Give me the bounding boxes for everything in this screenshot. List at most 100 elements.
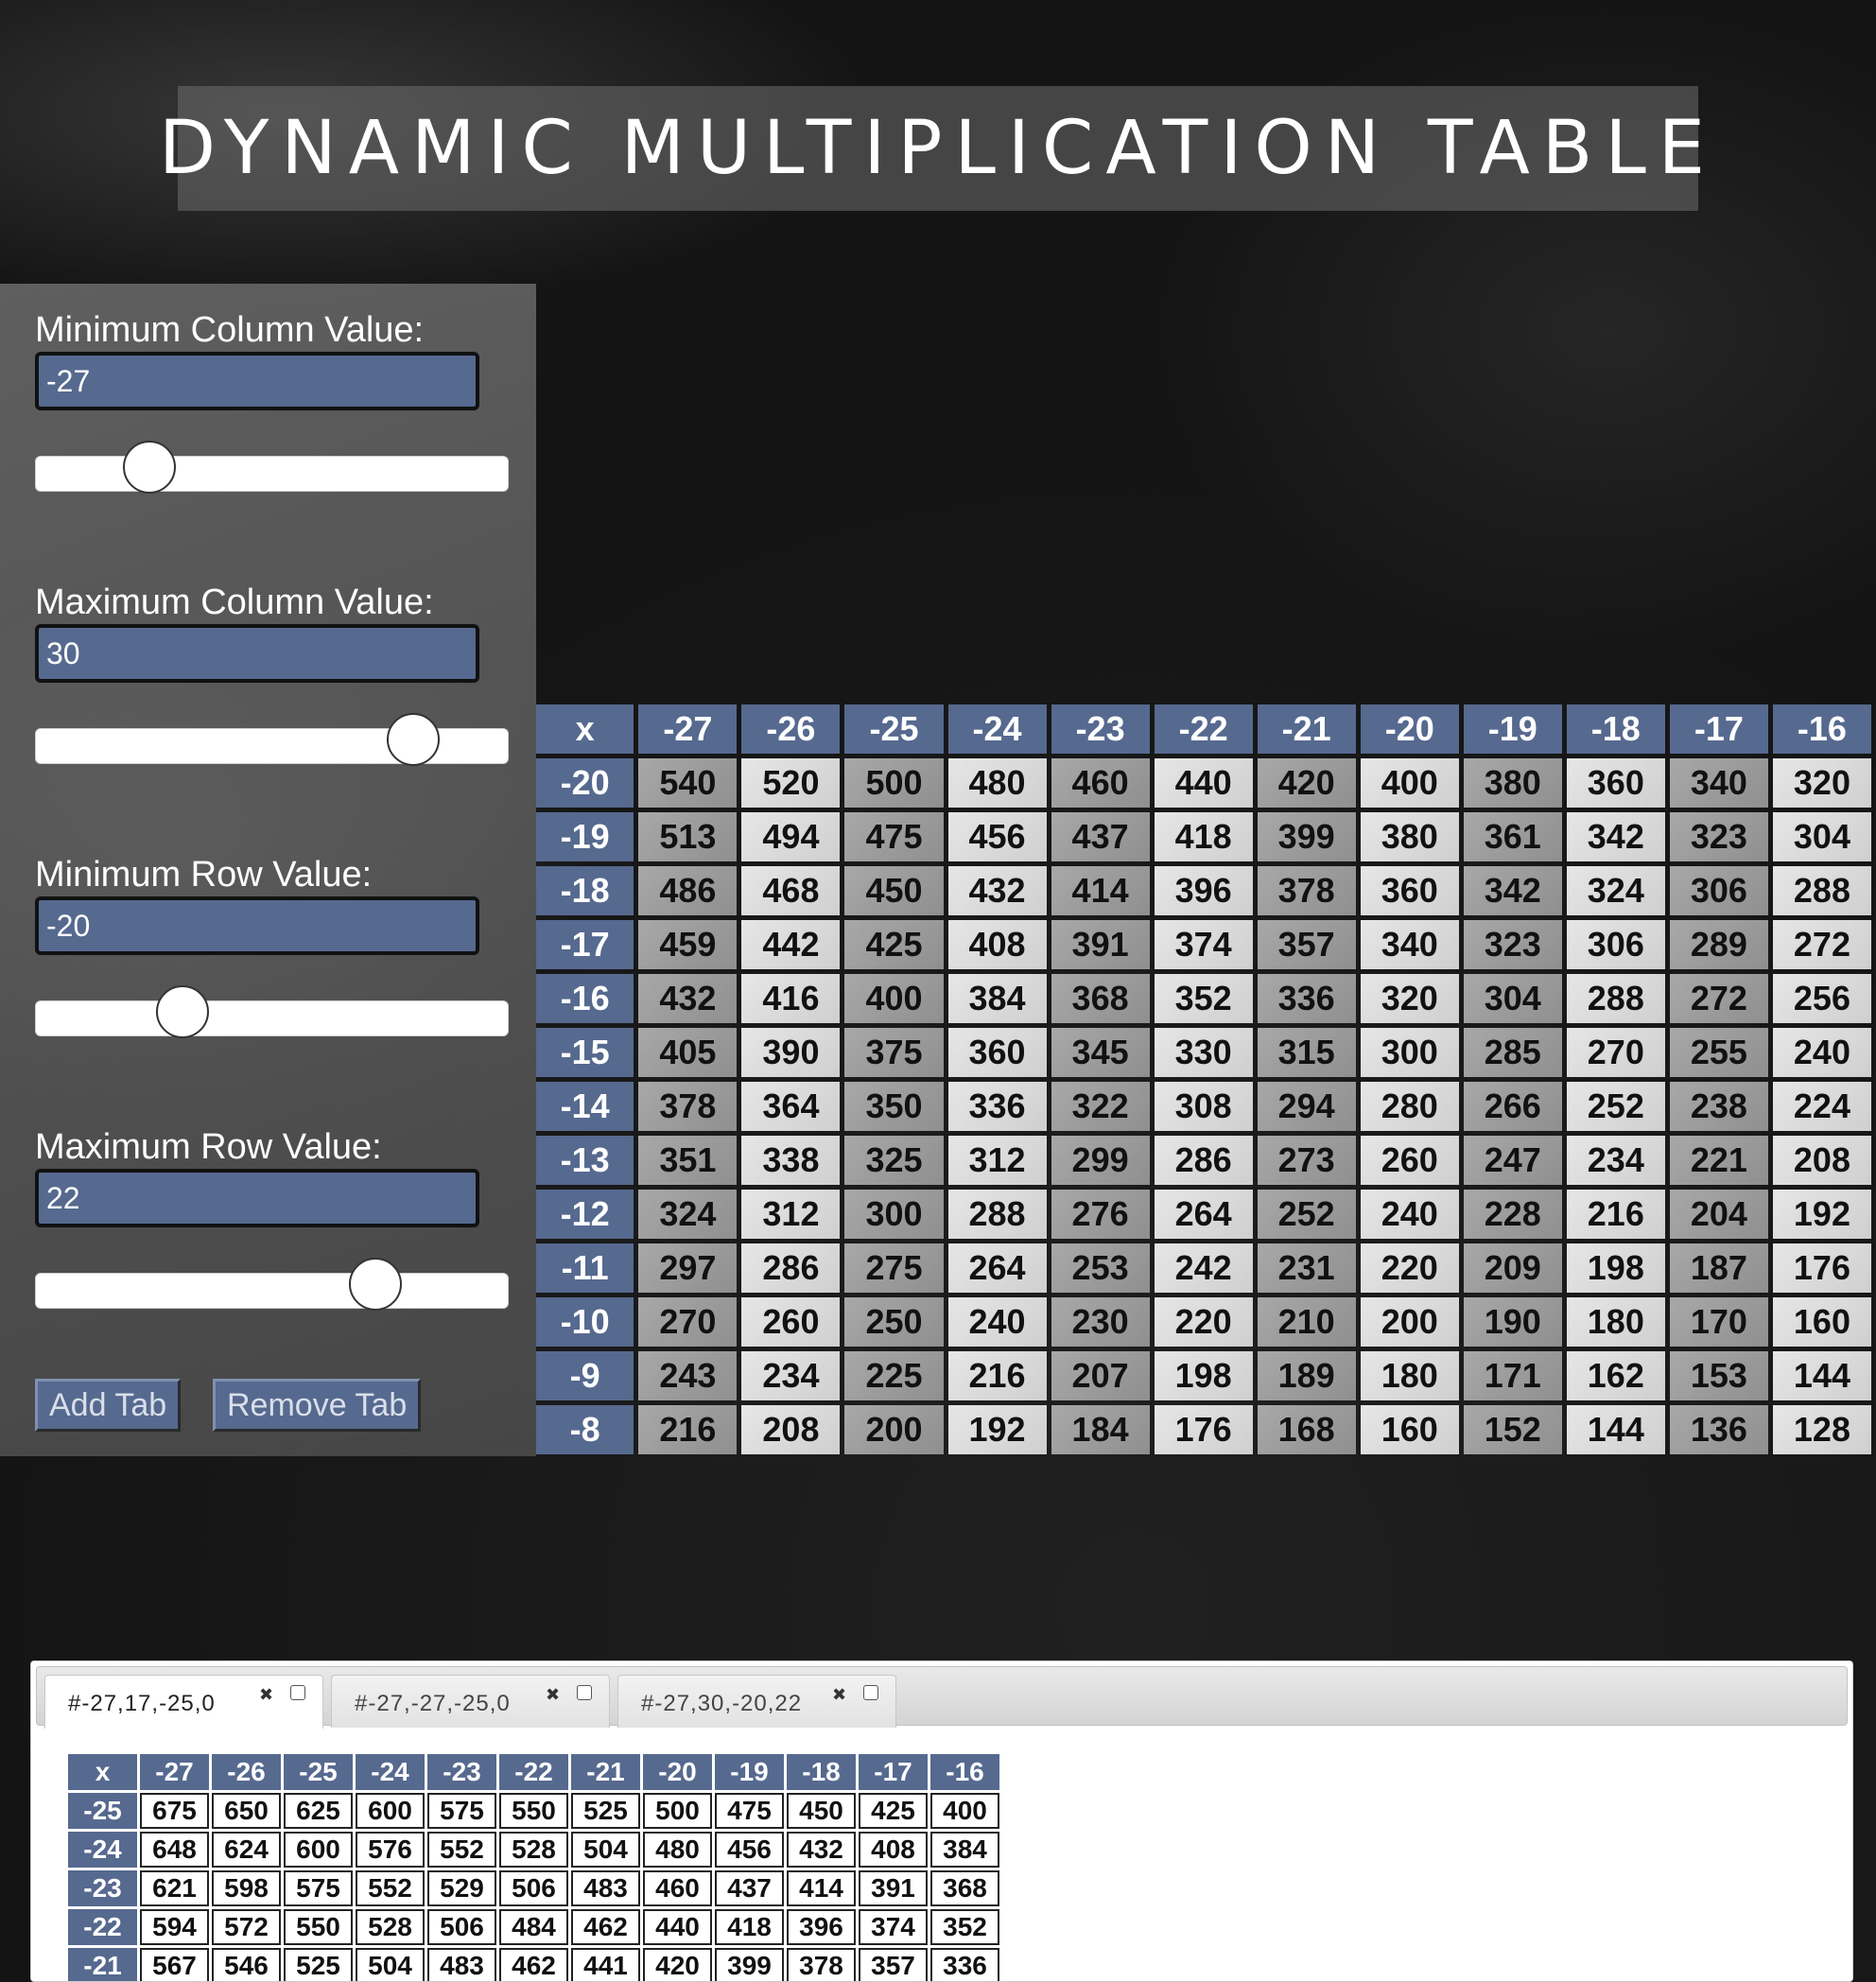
- table-cell: 441: [571, 1948, 640, 1981]
- table-cell: 399: [715, 1948, 784, 1981]
- max-col-slider[interactable]: [35, 713, 509, 766]
- table-cell: 374: [859, 1909, 928, 1945]
- table-cell: 400: [1360, 758, 1459, 808]
- table-cell: 500: [844, 758, 944, 808]
- table-cell: 272: [1669, 974, 1768, 1023]
- min-col-slider[interactable]: [35, 441, 509, 494]
- table-cell: 324: [638, 1190, 738, 1239]
- table-cell: 418: [1154, 812, 1253, 861]
- max-row-slider[interactable]: [35, 1258, 509, 1311]
- table-cell: 342: [1463, 866, 1562, 915]
- table-cell: 675: [140, 1793, 209, 1829]
- table-cell: 414: [1051, 866, 1150, 915]
- table-cell: 323: [1463, 920, 1562, 969]
- min-row-input[interactable]: [35, 896, 479, 955]
- table-cell: 207: [1051, 1351, 1150, 1400]
- tab-checkbox[interactable]: [577, 1685, 592, 1700]
- table-cell: 315: [1257, 1028, 1356, 1077]
- min-row-slider[interactable]: [35, 985, 509, 1038]
- table-cell: 153: [1669, 1351, 1768, 1400]
- max-col-label: Maximum Column Value:: [35, 582, 434, 622]
- max-row-slider-handle[interactable]: [349, 1258, 403, 1311]
- table-cell: 209: [1463, 1243, 1562, 1293]
- table-cell: 552: [427, 1832, 496, 1868]
- table-cell: 152: [1463, 1405, 1562, 1454]
- close-icon[interactable]: ✖: [546, 1685, 560, 1705]
- row-header: -25: [68, 1793, 137, 1829]
- table-cell: 378: [787, 1948, 856, 1981]
- tab-checkbox[interactable]: [290, 1685, 305, 1700]
- table-cell: 234: [1566, 1136, 1665, 1185]
- table-cell: 378: [1257, 866, 1356, 915]
- controls-panel: Minimum Column Value: Maximum Column Val…: [0, 284, 536, 1456]
- tab-2[interactable]: #-27,-27,-25,0 ✖: [331, 1675, 610, 1728]
- row-header: -19: [536, 812, 634, 861]
- table-cell: 504: [571, 1832, 640, 1868]
- table-cell: 225: [844, 1351, 944, 1400]
- column-header: -20: [643, 1754, 712, 1790]
- table-cell: 162: [1566, 1351, 1665, 1400]
- table-cell: 352: [1154, 974, 1253, 1023]
- table-cell: 460: [1051, 758, 1150, 808]
- table-row: -15 405 390 375 360 345 330 315 300 285 270 255 240: [536, 1028, 1871, 1077]
- max-col-slider-handle[interactable]: [387, 713, 441, 766]
- min-row-slider-handle[interactable]: [155, 985, 209, 1038]
- table-cell: 216: [638, 1405, 738, 1454]
- table-cell: 483: [571, 1870, 640, 1906]
- close-icon[interactable]: ✖: [832, 1685, 846, 1705]
- table-row: -23 621 598 575 552 529 506 483 460 437 414 391 368: [68, 1870, 999, 1906]
- max-col-input[interactable]: [35, 624, 479, 683]
- max-row-label: Maximum Row Value:: [35, 1127, 382, 1167]
- table-row: -14 378 364 350 336 322 308 294 280 266 252 238 224: [536, 1082, 1871, 1131]
- column-header: -24: [356, 1754, 425, 1790]
- table-row: -12 324 312 300 288 276 264 252 240 228 216 204 192: [536, 1190, 1871, 1239]
- tab-1[interactable]: #-27,17,-25,0 ✖: [44, 1675, 323, 1729]
- table-cell: 391: [1051, 920, 1150, 969]
- table-cell: 621: [140, 1870, 209, 1906]
- remove-tab-button[interactable]: Remove Tab: [213, 1379, 422, 1432]
- column-header: -27: [140, 1754, 209, 1790]
- table-cell: 391: [859, 1870, 928, 1906]
- tab-3[interactable]: #-27,30,-20,22 ✖: [617, 1675, 896, 1728]
- table-cell: 171: [1463, 1351, 1562, 1400]
- table-cell: 256: [1772, 974, 1871, 1023]
- add-tab-button[interactable]: Add Tab: [35, 1379, 182, 1432]
- table-cell: 208: [741, 1405, 841, 1454]
- table-cell: 304: [1463, 974, 1562, 1023]
- table-cell: 625: [284, 1793, 353, 1829]
- table-row: -22 594 572 550 528 506 484 462 440 418 396 374 352: [68, 1909, 999, 1945]
- table-cell: 475: [715, 1793, 784, 1829]
- table-cell: 506: [427, 1909, 496, 1945]
- min-col-input[interactable]: [35, 352, 479, 410]
- table-cell: 252: [1566, 1082, 1665, 1131]
- table-cell: 380: [1360, 812, 1459, 861]
- corner-header: x: [536, 704, 634, 754]
- table-cell: 312: [741, 1190, 841, 1239]
- table-cell: 450: [844, 866, 944, 915]
- row-header: -10: [536, 1297, 634, 1347]
- table-cell: 231: [1257, 1243, 1356, 1293]
- table-cell: 260: [1360, 1136, 1459, 1185]
- table-cell: 480: [947, 758, 1047, 808]
- table-cell: 368: [1051, 974, 1150, 1023]
- table-row: -19 513 494 475 456 437 418 399 380 361 342 323 304: [536, 812, 1871, 861]
- table-cell: 525: [284, 1948, 353, 1981]
- table-cell: 238: [1669, 1082, 1768, 1131]
- table-cell: 624: [212, 1832, 281, 1868]
- table-row: -8 216 208 200 192 184 176 168 160 152 144 136 128: [536, 1405, 1871, 1454]
- min-col-slider-handle[interactable]: [122, 441, 176, 494]
- close-icon[interactable]: ✖: [259, 1685, 273, 1705]
- row-header: -13: [536, 1136, 634, 1185]
- table-cell: 264: [947, 1243, 1047, 1293]
- column-header: -17: [1669, 704, 1768, 754]
- tab-checkbox[interactable]: [863, 1685, 878, 1700]
- table-cell: 418: [715, 1909, 784, 1945]
- table-cell: 528: [499, 1832, 568, 1868]
- header-row: x -27 -26 -25 -24 -23 -22 -21 -20 -19 -18 -17 -16: [68, 1754, 999, 1790]
- table-cell: 408: [859, 1832, 928, 1868]
- max-row-input[interactable]: [35, 1169, 479, 1227]
- table-cell: 325: [844, 1136, 944, 1185]
- table-cell: 480: [643, 1832, 712, 1868]
- table-row: -13 351 338 325 312 299 286 273 260 247 234 221 208: [536, 1136, 1871, 1185]
- column-header: -19: [715, 1754, 784, 1790]
